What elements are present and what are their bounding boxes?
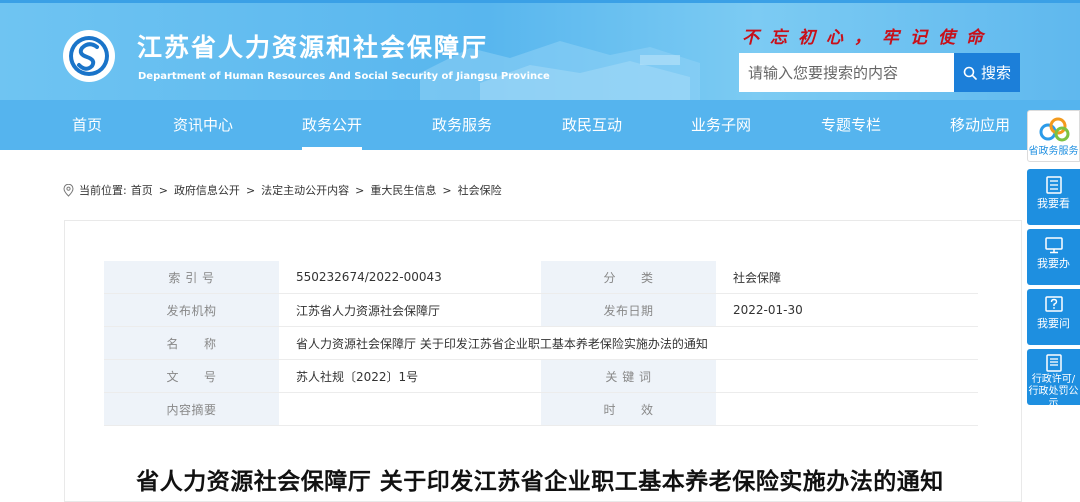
nav-item-home[interactable]: 首页 bbox=[72, 100, 102, 150]
breadcrumb-item-home[interactable]: 首页 bbox=[131, 182, 153, 198]
site-header: 江苏省人力资源和社会保障厅 Department of Human Resour… bbox=[0, 3, 1080, 100]
sidebar-permit-penalty[interactable]: 行政许可/行政处罚公示 bbox=[1027, 349, 1080, 409]
table-row: 文 号 苏人社规〔2022〕1号 关 键 词 bbox=[104, 359, 978, 393]
table-row: 名 称 省人力资源社会保障厅 关于印发江苏省企业职工基本养老保险实施办法的通知 bbox=[104, 326, 978, 360]
table-row: 索 引 号 550232674/2022-00043 分 类 社会保障 bbox=[104, 261, 978, 294]
sidebar-gov-service[interactable]: 省政务服务 bbox=[1027, 110, 1080, 162]
breadcrumb-separator: > bbox=[245, 183, 256, 197]
search-button[interactable]: 搜索 bbox=[954, 53, 1020, 92]
document-list-icon bbox=[1045, 176, 1062, 194]
article-title: 省人力资源社会保障厅 关于印发江苏省企业职工基本养老保险实施办法的通知 bbox=[136, 469, 944, 495]
breadcrumb-separator: > bbox=[158, 183, 168, 197]
nav-item-news[interactable]: 资讯中心 bbox=[173, 100, 233, 150]
doc-number-value: 苏人社规〔2022〕1号 bbox=[279, 359, 541, 393]
sidebar-gov-service-label: 省政务服务 bbox=[1028, 146, 1079, 157]
index-label: 索 引 号 bbox=[104, 261, 279, 294]
doc-number-label: 文 号 bbox=[104, 359, 279, 393]
summary-label: 内容摘要 bbox=[104, 392, 279, 426]
sidebar-view-label: 我要看 bbox=[1037, 197, 1070, 210]
breadcrumb-prefix: 当前位置: bbox=[79, 184, 127, 197]
sidebar-handle[interactable]: 我要办 bbox=[1027, 229, 1080, 285]
gov-service-logo-icon bbox=[1039, 117, 1069, 142]
notice-board-icon bbox=[1045, 354, 1062, 372]
breadcrumb-separator: > bbox=[355, 183, 365, 197]
date-label: 发布日期 bbox=[541, 293, 716, 327]
nav-item-gov-service[interactable]: 政务服务 bbox=[432, 100, 492, 150]
nav-item-gov-info[interactable]: 政务公开 bbox=[301, 100, 363, 150]
document-info-table: 索 引 号 550232674/2022-00043 分 类 社会保障 发布机构… bbox=[104, 261, 978, 426]
breadcrumb-item-statutory[interactable]: 法定主动公开内容 bbox=[261, 182, 349, 198]
nav-item-mobile[interactable]: 移动应用 bbox=[950, 100, 1010, 150]
breadcrumb-separator: > bbox=[442, 183, 452, 197]
location-pin-icon bbox=[63, 183, 74, 197]
nav-item-topics[interactable]: 专题专栏 bbox=[821, 100, 881, 150]
computer-monitor-icon bbox=[1044, 237, 1063, 254]
site-logo[interactable] bbox=[62, 29, 116, 83]
sidebar-permit-penalty-label: 行政许可/行政处罚公示 bbox=[1028, 374, 1079, 409]
breadcrumb-item-gov-info[interactable]: 政府信息公开 bbox=[174, 182, 240, 198]
site-subtitle: Department of Human Resources And Social… bbox=[138, 71, 550, 82]
breadcrumb: 当前位置: 首页 > 政府信息公开 > 法定主动公开内容 > 重大民生信息 > … bbox=[63, 182, 502, 198]
issuer-label: 发布机构 bbox=[104, 293, 279, 327]
validity-value bbox=[716, 392, 978, 426]
nav-item-interaction[interactable]: 政民互动 bbox=[562, 100, 622, 150]
name-value: 省人力资源社会保障厅 关于印发江苏省企业职工基本养老保险实施办法的通知 bbox=[279, 326, 978, 360]
category-label: 分 类 bbox=[541, 261, 716, 294]
site-title: 江苏省人力资源和社会保障厅 bbox=[137, 33, 489, 62]
summary-value bbox=[279, 392, 541, 426]
question-icon bbox=[1044, 296, 1063, 312]
slogan: 不忘初心，牢记使命 bbox=[742, 28, 994, 48]
breadcrumb-item-livelihood[interactable]: 重大民生信息 bbox=[370, 182, 436, 198]
keywords-label: 关 键 词 bbox=[541, 359, 716, 393]
sidebar-view[interactable]: 我要看 bbox=[1027, 169, 1080, 225]
search-icon bbox=[963, 66, 977, 80]
date-value: 2022-01-30 bbox=[716, 293, 978, 327]
sidebar-handle-label: 我要办 bbox=[1037, 257, 1070, 270]
table-row: 内容摘要 时 效 bbox=[104, 392, 978, 426]
issuer-value: 江苏省人力资源社会保障厅 bbox=[279, 293, 541, 327]
validity-label: 时 效 bbox=[541, 392, 716, 426]
search-input[interactable] bbox=[739, 53, 954, 92]
keywords-value bbox=[716, 359, 978, 393]
category-value: 社会保障 bbox=[716, 261, 978, 294]
sidebar-ask[interactable]: 我要问 bbox=[1027, 289, 1080, 345]
main-nav: 首页 资讯中心 政务公开 政务服务 政民互动 业务子网 专题专栏 移动应用 bbox=[0, 100, 1080, 150]
nav-item-subsites[interactable]: 业务子网 bbox=[691, 100, 751, 150]
index-value: 550232674/2022-00043 bbox=[279, 261, 541, 294]
sidebar-ask-label: 我要问 bbox=[1037, 317, 1070, 330]
search-button-label: 搜索 bbox=[980, 64, 1011, 82]
name-label: 名 称 bbox=[104, 326, 279, 360]
table-row: 发布机构 江苏省人力资源社会保障厅 发布日期 2022-01-30 bbox=[104, 293, 978, 327]
breadcrumb-item-social-insurance[interactable]: 社会保险 bbox=[458, 182, 502, 198]
